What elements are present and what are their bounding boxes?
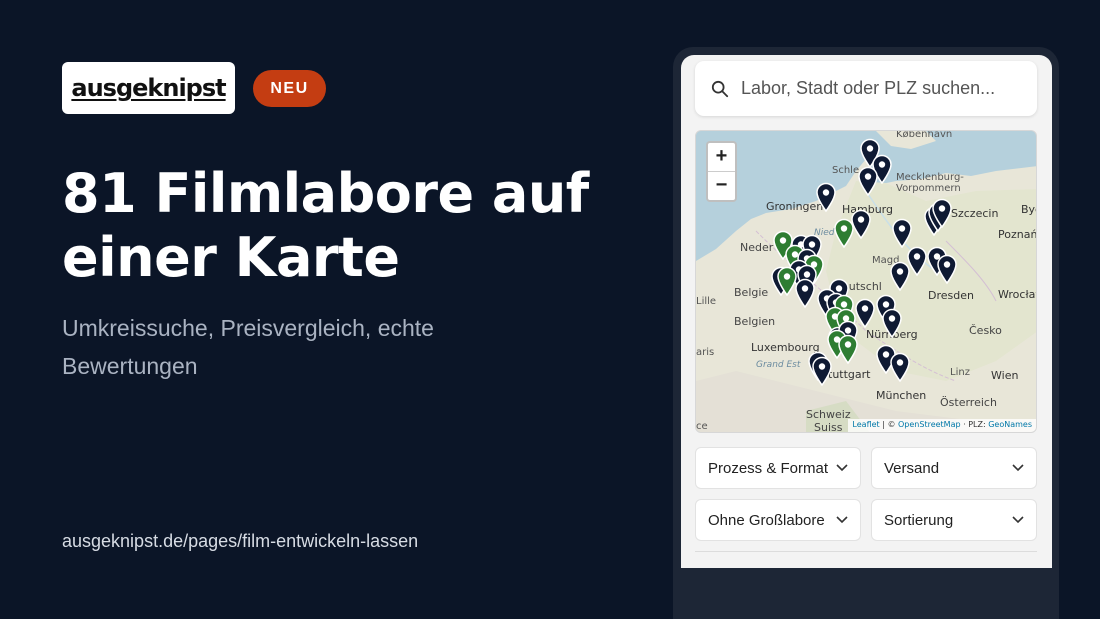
map-pin-icon[interactable] [889,261,911,292]
filter-large-labs-label: Ohne Großlabore [708,511,825,529]
map-label-ce: ce [696,421,708,432]
attribution-leaflet-link[interactable]: Leaflet [852,420,879,429]
zoom-in-button[interactable]: + [708,143,735,172]
filter-sort-label: Sortierung [884,511,954,529]
map-pin-icon[interactable] [881,308,903,339]
map-label-wien: Wien [991,369,1019,382]
map-label-munchen: München [876,389,927,402]
logo-text: ausgeknipst [71,74,226,102]
map-label-lille: Lille [696,296,717,307]
map-pin-icon[interactable] [857,166,879,197]
search-icon [711,80,729,97]
map-label-kobenhavn: København [896,130,953,140]
map-label-schweiz: Schweiz [806,408,851,421]
map-pin-icon[interactable] [931,198,953,229]
search-input[interactable] [741,78,1031,99]
map[interactable]: + − København Schle Mecklenburg- Vorpomm… [695,130,1037,433]
map-pin-icon[interactable] [891,218,913,249]
chevron-down-icon [1012,464,1024,472]
map-label-grandest: Grand Est [756,360,801,370]
zoom-control: + − [706,141,737,202]
attribution-sep: | © [879,420,898,429]
map-attribution: Leaflet | © OpenStreetMap · PLZ: GeoName… [848,419,1036,432]
map-pin-icon[interactable] [794,278,816,309]
map-label-vorpommern: Vorpommern [896,183,961,194]
search-bar[interactable] [695,61,1037,116]
chevron-down-icon [1012,516,1024,524]
filter-shipping-label: Versand [884,459,940,477]
map-label-stuttgart: tuttgart [828,368,871,381]
map-label-mecklenburg: Mecklenburg- [896,172,964,183]
new-badge: NEU [253,70,326,107]
map-label-bydgoszcz: Bydg [1021,203,1036,216]
subline: Umkreissuche, Preisvergleich, echte Bewe… [62,315,434,379]
attribution-osm-link[interactable]: OpenStreetMap [898,420,961,429]
filter-large-labs[interactable]: Ohne Großlabore [695,499,861,541]
map-label-wroclaw: Wrocław [998,288,1036,301]
map-pin-icon[interactable] [833,218,855,249]
chevron-down-icon [836,464,848,472]
map-pin-icon[interactable] [889,352,911,383]
map-pin-icon[interactable] [811,356,833,387]
map-label-belgien: Belgien [734,315,776,328]
headline: 81 Filmlabore auf einer Karte [62,162,589,289]
map-label-schleswig: Schle [832,165,860,176]
filter-process-label: Prozess & Format [708,459,829,477]
filter-process-format[interactable]: Prozess & Format [695,447,861,489]
attribution-geonames-link[interactable]: GeoNames [988,420,1032,429]
page-url: ausgeknipst.de/pages/film-entwickeln-las… [62,531,419,551]
chevron-down-icon [836,516,848,524]
filter-shipping[interactable]: Versand [871,447,1037,489]
filter-sort[interactable]: Sortierung [871,499,1037,541]
map-label-paris: aris [696,347,715,358]
map-label-neder: Neder [740,241,774,254]
map-label-poznan: Poznań [998,228,1037,241]
map-pin-icon[interactable] [837,334,859,365]
map-pin-icon[interactable] [815,182,837,213]
map-label-cesko: Česko [969,324,1002,337]
attribution-plz: · PLZ: [960,420,989,429]
phone-screen: + − København Schle Mecklenburg- Vorpomm… [681,55,1052,568]
map-label-suisse: Suiss [814,421,843,433]
map-label-szczecin: Szczecin [951,207,999,220]
map-label-linz: Linz [950,367,970,378]
zoom-out-button[interactable]: − [708,172,735,201]
logo[interactable]: ausgeknipst [62,62,235,114]
map-label-belgie: Belgie [734,286,769,299]
map-label-dresden: Dresden [928,289,974,302]
map-label-osterreich: Österreich [940,396,997,409]
map-pin-icon[interactable] [936,254,958,285]
divider [695,551,1037,552]
